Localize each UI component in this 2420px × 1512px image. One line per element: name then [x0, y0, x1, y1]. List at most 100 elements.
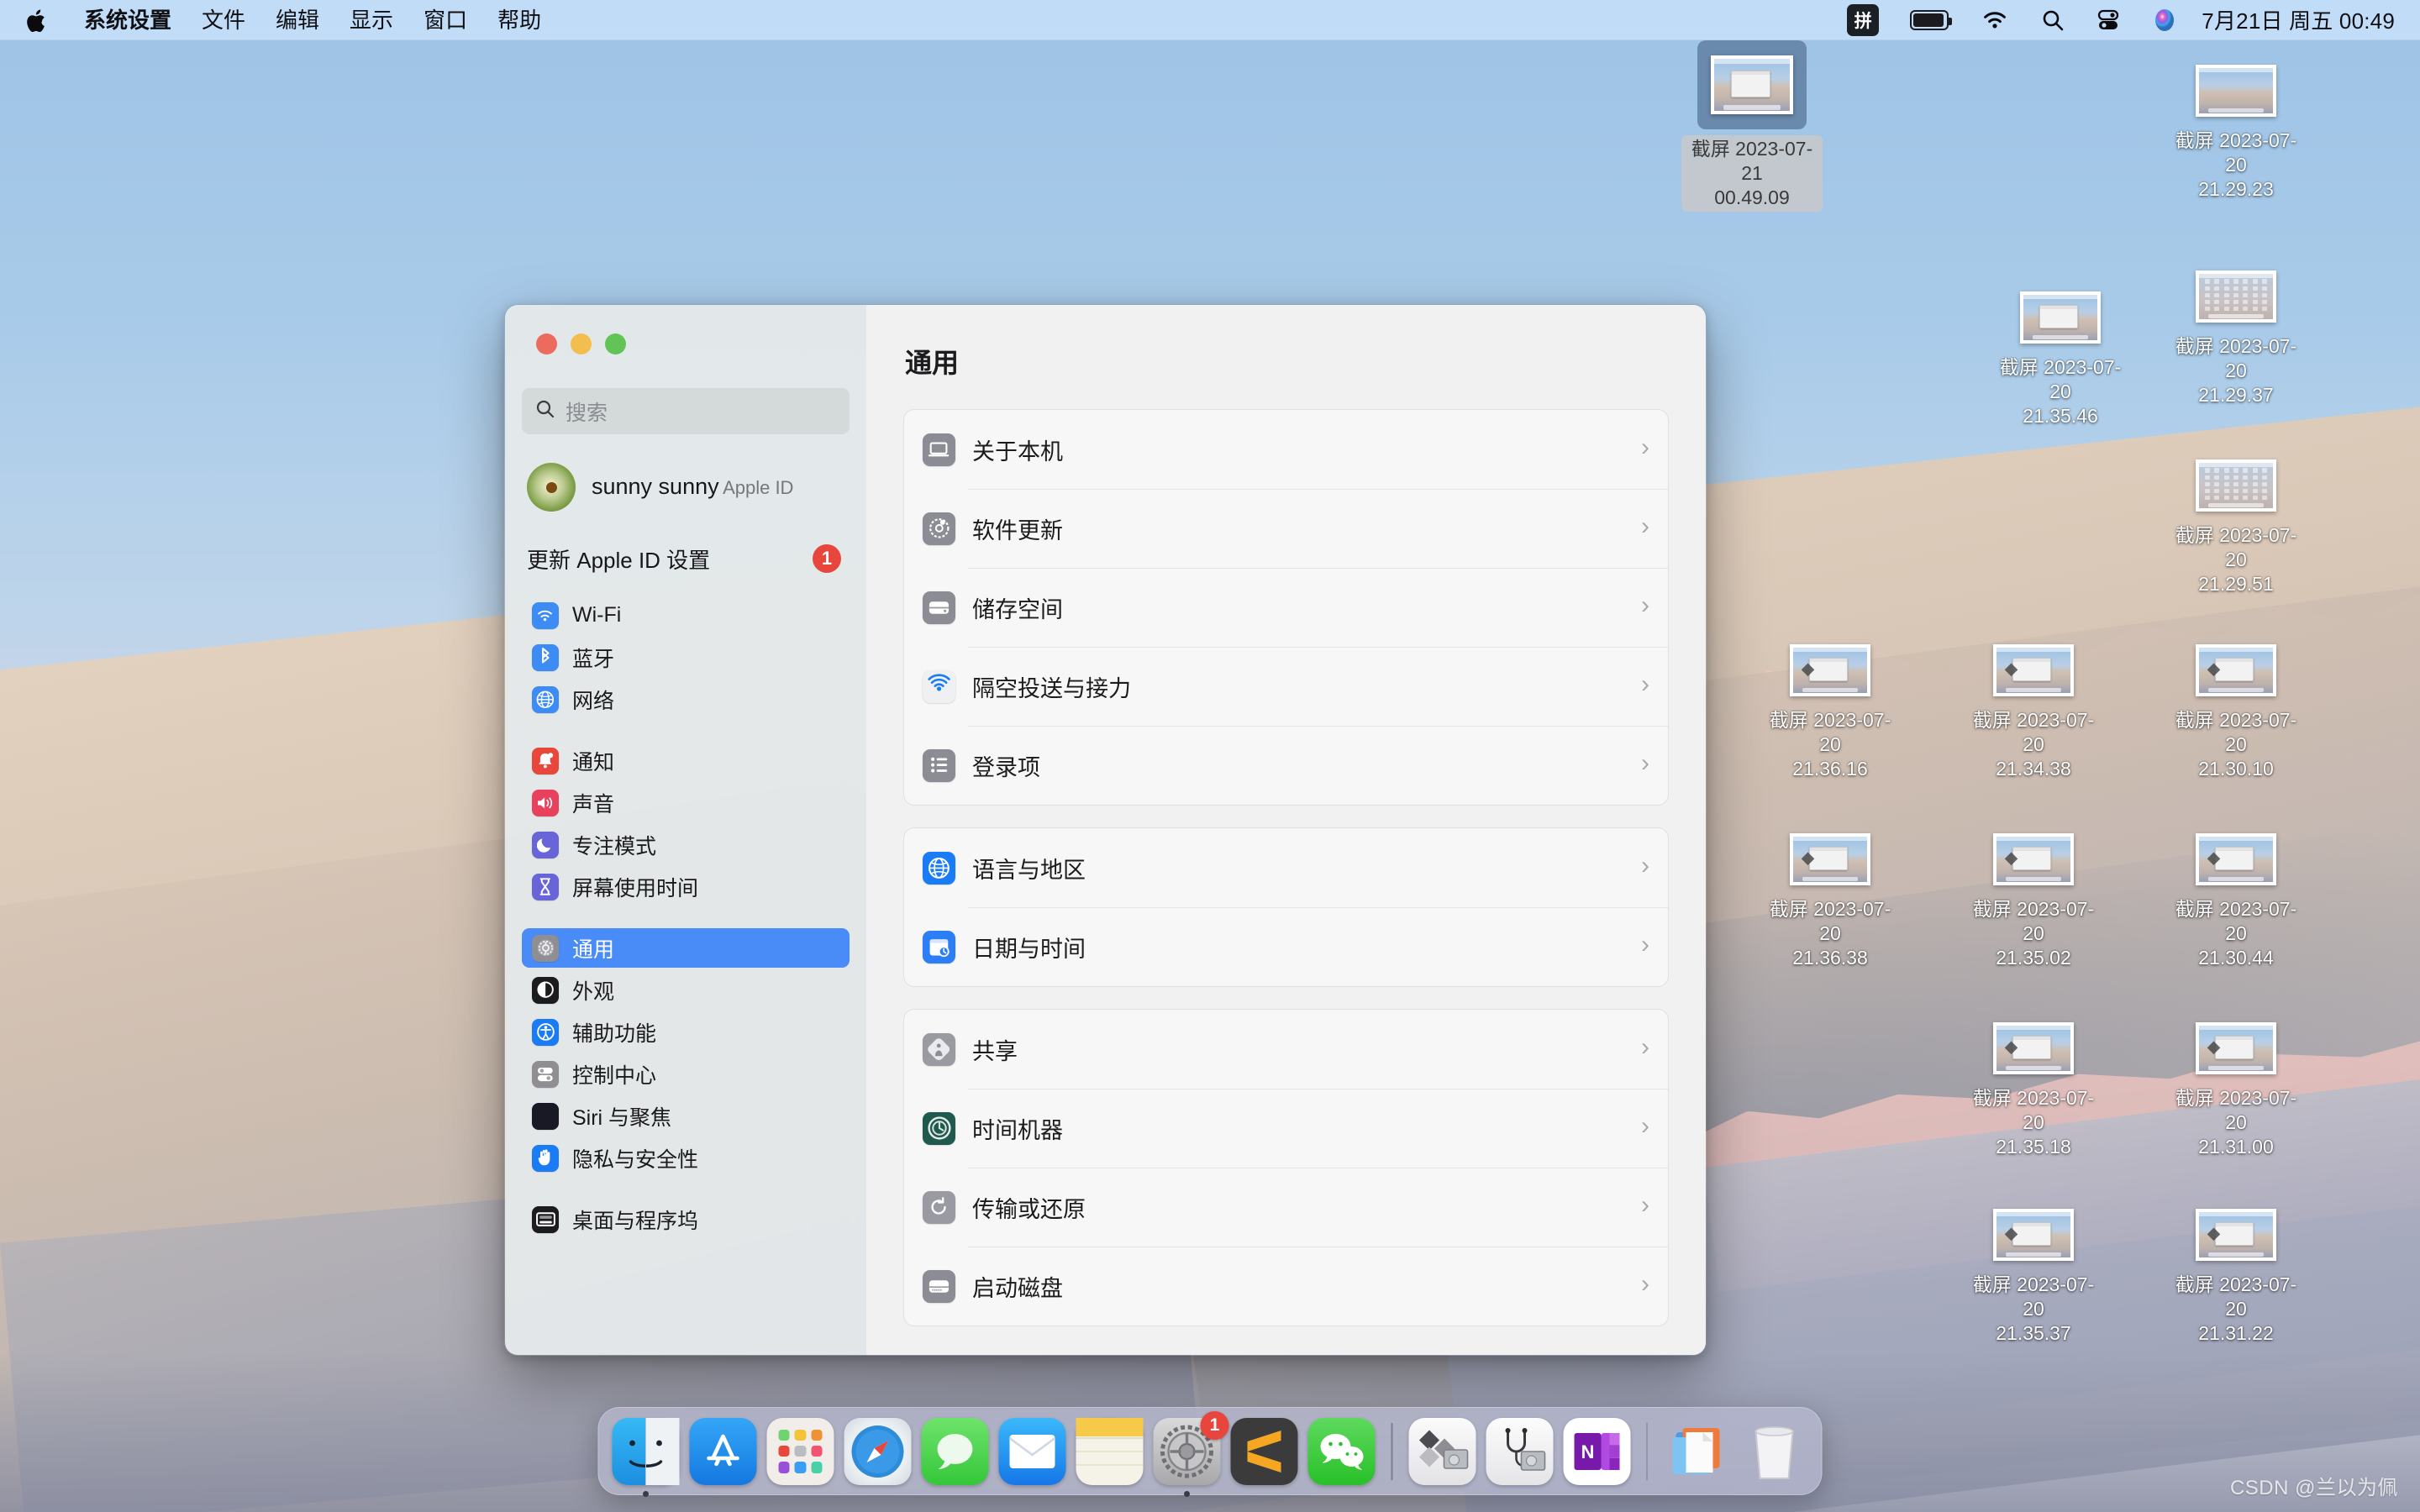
- desktop-icon-screenshot[interactable]: 截屏 2023-07-2021.36.38: [1760, 827, 1901, 970]
- dock-item-启动台[interactable]: [765, 1416, 836, 1487]
- menu-item-system-settings[interactable]: 系统设置: [69, 9, 187, 31]
- chevron-right-icon: ›: [1641, 593, 1649, 618]
- sidebar-item-桌面与程序坞[interactable]: 桌面与程序坞: [522, 1200, 850, 1239]
- launchpad-icon: [767, 1418, 834, 1485]
- dock-item-Finder[interactable]: [611, 1416, 681, 1487]
- update-apple-id-row[interactable]: 更新 Apple ID 设置 1: [522, 540, 850, 577]
- desktop-icon-screenshot[interactable]: 截屏 2023-07-2021.35.37: [1963, 1203, 2104, 1346]
- sidebar-item-通知[interactable]: 通知: [522, 741, 850, 780]
- menu-item-window[interactable]: 窗口: [408, 9, 482, 31]
- settings-row-语言与地区[interactable]: 语言与地区›: [904, 828, 1668, 907]
- desktop-icon-thumbnail: [2190, 454, 2282, 517]
- menu-bar-clock[interactable]: 7月21日 周五 00:49: [2202, 4, 2395, 35]
- dock-item-App Store[interactable]: [688, 1416, 759, 1487]
- control-center-icon[interactable]: [2096, 8, 2120, 32]
- sidebar-item-通用[interactable]: 通用: [522, 928, 850, 968]
- dock-item-Sublime Text[interactable]: [1229, 1416, 1300, 1487]
- desktop-icon-screenshot[interactable]: 截屏 2023-07-2021.35.46: [1990, 286, 2131, 428]
- settings-row-共享[interactable]: 共享›: [904, 1010, 1668, 1089]
- sidebar-item-专注模式[interactable]: 专注模式: [522, 825, 850, 864]
- dock-item-废纸篓[interactable]: [1739, 1416, 1810, 1487]
- dock-item-OneNote[interactable]: N: [1561, 1416, 1632, 1487]
- sidebar-item-Siri 与聚焦[interactable]: Siri 与聚焦: [522, 1096, 850, 1136]
- dock-item-备忘录[interactable]: [1075, 1416, 1145, 1487]
- menu-item-view[interactable]: 显示: [334, 9, 408, 31]
- settings-row-日期与时间[interactable]: 日期与时间›: [904, 907, 1668, 986]
- dock-item-信息[interactable]: [920, 1416, 991, 1487]
- chevron-right-icon: ›: [1641, 932, 1649, 958]
- dock-item-微信[interactable]: [1307, 1416, 1377, 1487]
- settings-row-储存空间[interactable]: 储存空间›: [904, 568, 1668, 647]
- system-settings-window: 搜索 sunny sunny Apple ID 更新 Apple ID 设置 1…: [504, 304, 1707, 1356]
- sidebar-item-隐私与安全性[interactable]: 隐私与安全性: [522, 1138, 850, 1178]
- apple-logo-icon[interactable]: [25, 8, 49, 33]
- dock-item-下载[interactable]: [1662, 1416, 1733, 1487]
- dock-item-急救[interactable]: [1484, 1416, 1555, 1487]
- close-button[interactable]: [536, 333, 557, 354]
- desktop-icon-screenshot[interactable]: 截屏 2023-07-2021.31.22: [2165, 1203, 2307, 1346]
- disk-utility-icon: [1408, 1418, 1476, 1485]
- desktop-icon-label-line1: 截屏 2023-07-20: [2165, 523, 2307, 572]
- zoom-button[interactable]: [605, 333, 626, 354]
- sidebar-item-屏幕使用时间[interactable]: 屏幕使用时间: [522, 867, 850, 906]
- sidebar-item-控制中心[interactable]: 控制中心: [522, 1054, 850, 1094]
- input-method-icon[interactable]: 拼: [1847, 4, 1879, 36]
- settings-row-登录项[interactable]: 登录项›: [904, 726, 1668, 805]
- settings-row-label: 软件更新: [972, 512, 1063, 545]
- settings-sidebar: 搜索 sunny sunny Apple ID 更新 Apple ID 设置 1…: [505, 305, 866, 1355]
- settings-row-label: 传输或还原: [972, 1191, 1086, 1224]
- desktop-icon-label-line2: 21.30.10: [2165, 757, 2307, 781]
- settings-row-隔空投送与接力[interactable]: 隔空投送与接力›: [904, 647, 1668, 726]
- desktop-icon-label-line1: 截屏 2023-07-20: [1963, 708, 2104, 757]
- settings-row-启动磁盘[interactable]: 启动磁盘›: [904, 1247, 1668, 1326]
- desktop-icon-screenshot[interactable]: 截屏 2023-07-2021.31.00: [2165, 1016, 2307, 1159]
- update-apple-id-label: 更新 Apple ID 设置: [527, 543, 710, 575]
- desktop-icon-screenshot[interactable]: 截屏 2023-07-2021.29.23: [2165, 59, 2307, 202]
- menu-item-file[interactable]: 文件: [187, 9, 260, 31]
- desktop-icon-screenshot[interactable]: 截屏 2023-07-2021.30.10: [2165, 638, 2307, 781]
- desktop-icon-screenshot[interactable]: 截屏 2023-07-2021.30.44: [2165, 827, 2307, 970]
- sidebar-item-label: 桌面与程序坞: [572, 1205, 698, 1235]
- safari-icon: [844, 1418, 912, 1485]
- desktop-icon-label: 截屏 2023-07-2021.30.44: [2165, 897, 2307, 970]
- dock-item-Safari[interactable]: [843, 1416, 913, 1487]
- sidebar-item-label: 专注模式: [572, 830, 656, 860]
- sidebar-item-声音[interactable]: 声音: [522, 783, 850, 822]
- dock-item-邮件[interactable]: [997, 1416, 1068, 1487]
- desktop-icon-screenshot[interactable]: 截屏 2023-07-2100.49.09: [1681, 40, 1823, 212]
- battery-icon[interactable]: [1910, 10, 1949, 30]
- messages-icon: [922, 1418, 989, 1485]
- sidebar-item-网络[interactable]: 网络: [522, 680, 850, 719]
- minimize-button[interactable]: [571, 333, 592, 354]
- wifi-icon[interactable]: [1981, 9, 2009, 31]
- siri-icon[interactable]: [2152, 8, 2177, 33]
- search-icon[interactable]: [2041, 8, 2065, 32]
- sidebar-item-辅助功能[interactable]: 辅助功能: [522, 1012, 850, 1052]
- settings-row-传输或还原[interactable]: 传输或还原›: [904, 1168, 1668, 1247]
- desktop-icon-thumbnail: [1987, 638, 2080, 702]
- dock-item-磁盘工具[interactable]: [1407, 1416, 1477, 1487]
- desktop-icon-screenshot[interactable]: 截屏 2023-07-2021.35.18: [1963, 1016, 2104, 1159]
- apple-id-account-row[interactable]: sunny sunny Apple ID: [522, 463, 850, 512]
- desktop-icon-label-line2: 21.35.18: [1963, 1135, 2104, 1159]
- desktop-icon-screenshot[interactable]: 截屏 2023-07-2021.35.02: [1963, 827, 2104, 970]
- settings-row-软件更新[interactable]: 软件更新›: [904, 489, 1668, 568]
- desktop-icon-screenshot[interactable]: 截屏 2023-07-2021.29.37: [2165, 265, 2307, 407]
- menu-item-help[interactable]: 帮助: [482, 9, 556, 31]
- dock-item-系统设置[interactable]: 1: [1152, 1416, 1223, 1487]
- sidebar-item-Wi-Fi[interactable]: Wi-Fi: [522, 596, 850, 635]
- settings-row-关于本机[interactable]: 关于本机›: [904, 410, 1668, 489]
- desktop-icon-label: 截屏 2023-07-2021.31.00: [2165, 1086, 2307, 1159]
- desktop-icon-label: 截屏 2023-07-2021.35.46: [1990, 355, 2131, 428]
- desktop-icon-screenshot[interactable]: 截屏 2023-07-2021.34.38: [1963, 638, 2104, 781]
- desktop-icon-screenshot[interactable]: 截屏 2023-07-2021.36.16: [1760, 638, 1901, 781]
- desktop-icon-screenshot[interactable]: 截屏 2023-07-2021.29.51: [2165, 454, 2307, 596]
- desktop-icon-thumbnail: [2190, 1203, 2282, 1267]
- sidebar-item-外观[interactable]: 外观: [522, 970, 850, 1010]
- sidebar-item-蓝牙[interactable]: 蓝牙: [522, 638, 850, 677]
- first-aid-disk-icon: [1486, 1418, 1553, 1485]
- menu-item-edit[interactable]: 编辑: [260, 9, 334, 31]
- calendar-clock-icon: [923, 931, 955, 963]
- search-input[interactable]: 搜索: [522, 388, 850, 434]
- settings-row-时间机器[interactable]: 时间机器›: [904, 1089, 1668, 1168]
